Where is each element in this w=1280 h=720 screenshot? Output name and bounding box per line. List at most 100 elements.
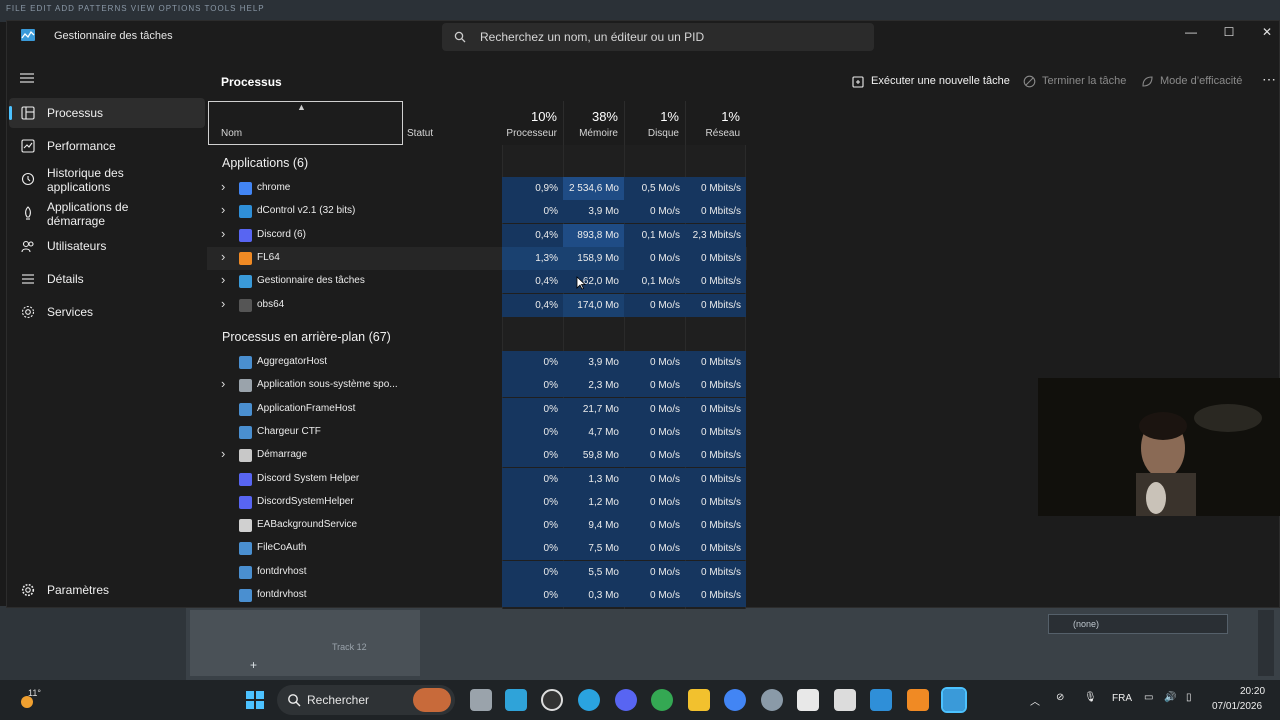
memory-cell: 7,5 Mo (563, 537, 624, 561)
efficiency-mode-button[interactable]: Mode d’efficacité (1141, 71, 1242, 91)
display-icon[interactable]: ▭ (1144, 692, 1153, 703)
clock-date[interactable]: 07/01/2026 (1212, 701, 1262, 712)
chrome-icon[interactable] (651, 689, 673, 711)
background-browser (0, 606, 186, 680)
volume-icon[interactable]: 🔊 (1164, 692, 1176, 703)
table-row[interactable]: DiscordSystemHelper 0% 1,2 Mo 0 Mo/s 0 Mbits… (207, 490, 747, 514)
sort-ascending-icon: ▲ (297, 102, 306, 112)
column-header-label: Disque (647, 128, 679, 139)
expand-chevron-icon[interactable]: › (221, 296, 225, 311)
disk-cell: 0 Mo/s (624, 293, 685, 317)
column-header-label: Statut (407, 128, 434, 139)
telegram-icon[interactable] (578, 689, 600, 711)
table-row[interactable]: › Application sous-système spo... 0% 2,3 Mo… (207, 374, 747, 398)
table-row[interactable]: › dControl v2.1 (32 bits) 0% 3,9 Mo 0 Mo/s 0 … (207, 200, 747, 224)
process-name: FL64 (257, 251, 280, 263)
column-header-memory[interactable]: 38% Mémoire (563, 101, 624, 145)
network-cell: 0 Mbits/s (685, 490, 746, 514)
battery-icon[interactable]: ▯ (1186, 692, 1192, 703)
table-row[interactable]: Chargeur CTF 0% 4,7 Mo 0 Mo/s 0 Mbits/s (207, 420, 747, 444)
channel-select[interactable]: (none) (1048, 614, 1228, 634)
table-row[interactable]: › Discord (6) 0,4% 893,8 Mo 0,1 Mo/s 2,3 Mbit… (207, 223, 747, 247)
task-manager-window: Gestionnaire des tâches Recherchez un no… (6, 20, 1280, 609)
app-icon[interactable] (541, 689, 563, 711)
taskbar-search[interactable]: Rechercher (277, 685, 455, 715)
widgets-icon[interactable] (505, 689, 527, 711)
expand-chevron-icon[interactable]: › (221, 446, 225, 461)
expand-chevron-icon[interactable]: › (221, 376, 225, 391)
table-row[interactable]: FileCoAuth 0% 7,5 Mo 0 Mo/s 0 Mbits/s (207, 537, 747, 561)
sidebar-item-users[interactable]: Utilisateurs (9, 231, 205, 261)
fl-studio-icon[interactable] (907, 689, 929, 711)
hamburger-menu-icon[interactable] (19, 71, 35, 85)
table-row[interactable]: › Démarrage 0% 59,8 Mo 0 Mo/s 0 Mbits/s (207, 444, 747, 468)
calculator-icon[interactable] (834, 689, 856, 711)
start-icon[interactable] (244, 689, 266, 711)
chrome-profile-icon[interactable] (724, 689, 746, 711)
sidebar-item-label: Performance (47, 139, 116, 153)
tray-overflow-icon[interactable]: ︿ (1030, 693, 1040, 708)
microphone-icon[interactable]: 🎙 (1084, 692, 1097, 703)
memory-cell: 9,4 Mo (563, 514, 624, 538)
close-button[interactable]: ✕ (1253, 23, 1280, 43)
settings-icon[interactable] (761, 689, 783, 711)
new-task-button[interactable]: Exécuter une nouvelle tâche (852, 71, 1010, 91)
group-header-apps[interactable]: Applications (6) (222, 156, 308, 170)
column-header-status[interactable]: Statut (407, 101, 501, 145)
column-header-disk[interactable]: 1% Disque (624, 101, 685, 145)
task-view-icon[interactable] (470, 689, 492, 711)
dcontrol-icon[interactable] (870, 689, 892, 711)
sidebar-item-processes[interactable]: Processus (9, 98, 205, 128)
file-explorer-icon[interactable] (688, 689, 710, 711)
end-task-button[interactable]: Terminer la tâche (1023, 71, 1126, 91)
add-track-icon[interactable]: + (250, 658, 257, 672)
sidebar-item-services[interactable]: Services (9, 297, 205, 327)
cpu-total: 10% (530, 109, 557, 124)
cpu-cell: 1,3% (502, 246, 563, 270)
background-scrollbar[interactable] (1258, 610, 1274, 676)
column-header-network[interactable]: 1% Réseau (685, 101, 746, 145)
taskbar: 11° Rechercher ︿ ⊘ 🎙 FRA ▭ 🔊 ▯ 20:20 07/… (0, 680, 1280, 720)
expand-chevron-icon[interactable]: › (221, 249, 225, 264)
maximize-button[interactable]: ☐ (1215, 23, 1243, 43)
language-indicator[interactable]: FRA (1112, 693, 1132, 704)
table-row[interactable]: › obs64 0,4% 174,0 Mo 0 Mo/s 0 Mbits/s (207, 293, 747, 317)
search-input[interactable]: Recherchez un nom, un éditeur ou un PID (442, 23, 874, 51)
sidebar-item-details[interactable]: Détails (9, 264, 205, 294)
column-header-cpu[interactable]: 10% Processeur (502, 101, 563, 145)
table-row[interactable]: ApplicationFrameHost 0% 21,7 Mo 0 Mo/s 0 Mbi… (207, 397, 747, 421)
group-header-background[interactable]: Processus en arrière-plan (67) (222, 330, 391, 344)
table-row[interactable]: › Gestionnaire des tâches 0,4% 62,0 Mo 0,1 M… (207, 270, 747, 294)
sidebar-item-label: Applications de démarrage (47, 200, 129, 228)
table-row[interactable]: AggregatorHost 0% 3,9 Mo 0 Mo/s 0 Mbits/s (207, 351, 747, 374)
column-header-name[interactable]: ▲ Nom (208, 101, 403, 145)
table-row[interactable]: EABackgroundService 0% 9,4 Mo 0 Mo/s 0 Mbits… (207, 514, 747, 538)
network-off-icon[interactable]: ⊘ (1056, 692, 1064, 703)
cpu-cell: 0% (502, 374, 563, 398)
column-header-label: Réseau (705, 128, 740, 139)
process-icon (239, 495, 252, 509)
network-cell: 0 Mbits/s (685, 584, 746, 607)
task-manager-taskbar-icon[interactable] (941, 687, 967, 713)
sidebar-item-settings[interactable]: Paramètres (9, 575, 205, 605)
table-row[interactable]: › FL64 1,3% 158,9 Mo 0 Mo/s 0 Mbits/s (207, 246, 747, 270)
table-row[interactable]: Discord System Helper 0% 1,3 Mo 0 Mo/s 0 Mbi… (207, 467, 747, 491)
sidebar-item-performance[interactable]: Performance (9, 131, 205, 161)
webcam-feed (1038, 378, 1280, 516)
sidebar-item-history[interactable]: Historique des applications (9, 164, 205, 198)
network-cell: 0 Mbits/s (685, 293, 746, 317)
more-options-icon[interactable]: ⋯ (1259, 71, 1279, 91)
store-icon[interactable] (797, 689, 819, 711)
expand-chevron-icon[interactable]: › (221, 226, 225, 241)
minimize-button[interactable]: — (1177, 23, 1205, 43)
expand-chevron-icon[interactable]: › (221, 202, 225, 217)
expand-chevron-icon[interactable]: › (221, 272, 225, 287)
end-task-label: Terminer la tâche (1042, 75, 1127, 87)
table-row[interactable]: fontdrvhost 0% 5,5 Mo 0 Mo/s 0 Mbits/s (207, 560, 747, 584)
discord-icon[interactable] (615, 689, 637, 711)
table-row[interactable]: fontdrvhost 0% 0,3 Mo 0 Mo/s 0 Mbits/s (207, 584, 747, 607)
clock-time[interactable]: 20:20 (1240, 686, 1265, 697)
expand-chevron-icon[interactable]: › (221, 179, 225, 194)
sidebar-item-startup[interactable]: Applications de démarrage (9, 198, 205, 232)
table-row[interactable]: › chrome 0,9% 2 534,6 Mo 0,5 Mo/s 0 Mbits/s (207, 177, 747, 200)
